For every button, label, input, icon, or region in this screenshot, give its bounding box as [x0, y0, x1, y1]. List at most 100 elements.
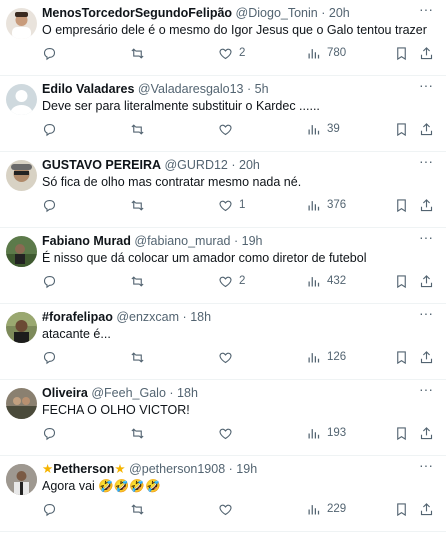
more-icon[interactable]: ··· — [416, 458, 436, 476]
share-icon — [420, 426, 433, 439]
tweet[interactable]: #forafelipao @enzxcam · 18h ··· atacante… — [0, 304, 446, 380]
timestamp[interactable]: 5h — [255, 82, 269, 96]
tweet[interactable]: Fabiano Murad @fabiano_murad · 19h ··· É… — [0, 228, 446, 304]
more-icon[interactable]: ··· — [416, 382, 436, 400]
author-handle[interactable]: @Feeh_Galo — [91, 386, 166, 400]
separator-dot: · — [231, 158, 236, 172]
reply-button[interactable] — [42, 194, 63, 216]
views-button[interactable]: 39 — [306, 118, 340, 140]
action-bar: 229 — [0, 498, 446, 520]
author-handle[interactable]: @petherson1908 — [129, 462, 225, 476]
tweet[interactable]: Oliveira @Feeh_Galo · 18h ··· FECHA O OL… — [0, 380, 446, 456]
share-button[interactable] — [419, 42, 434, 64]
author-handle[interactable]: @Valadaresgalo13 — [138, 82, 244, 96]
bookmark-button[interactable] — [394, 118, 409, 140]
author-name[interactable]: Oliveira — [42, 386, 88, 400]
like-button[interactable]: 2 — [218, 42, 245, 64]
tweet-text: FECHA O OLHO VICTOR! — [42, 403, 190, 417]
heart-icon — [219, 276, 232, 287]
more-icon[interactable]: ··· — [416, 230, 436, 248]
share-button[interactable] — [419, 270, 434, 292]
reply-button[interactable] — [42, 118, 63, 140]
timestamp[interactable]: 20h — [239, 158, 260, 172]
reply-icon — [43, 503, 56, 516]
author-handle[interactable]: @GURD12 — [164, 158, 227, 172]
bookmark-button[interactable] — [394, 422, 409, 444]
share-icon — [420, 502, 433, 515]
share-button[interactable] — [419, 118, 434, 140]
author-handle[interactable]: @fabiano_murad — [134, 234, 230, 248]
timestamp[interactable]: 18h — [177, 386, 198, 400]
avatar[interactable] — [6, 312, 37, 343]
timestamp[interactable]: 19h — [242, 234, 263, 248]
views-button[interactable]: 229 — [306, 498, 346, 520]
share-button[interactable] — [419, 422, 434, 444]
more-icon[interactable]: ··· — [416, 2, 436, 20]
more-icon[interactable]: ··· — [416, 154, 436, 172]
reply-button[interactable] — [42, 42, 63, 64]
retweet-button[interactable] — [130, 270, 151, 292]
tweet-text: Só fica de olho mas contratar mesmo nada… — [42, 175, 302, 189]
retweet-button[interactable] — [130, 346, 151, 368]
author-name[interactable]: Petherson — [53, 462, 114, 476]
author-handle[interactable]: @Diogo_Tonin — [236, 6, 318, 20]
avatar[interactable] — [6, 84, 37, 115]
tweet[interactable]: ★Petherson★ @petherson1908 · 19h ··· Ago… — [0, 456, 446, 532]
avatar[interactable] — [6, 388, 37, 419]
author-handle[interactable]: @enzxcam — [116, 310, 179, 324]
retweet-button[interactable] — [130, 498, 151, 520]
author-name[interactable]: GUSTAVO PEREIRA — [42, 158, 161, 172]
views-button[interactable]: 376 — [306, 194, 346, 216]
views-button[interactable]: 126 — [306, 346, 346, 368]
share-button[interactable] — [419, 498, 434, 520]
bookmark-button[interactable] — [394, 498, 409, 520]
avatar[interactable] — [6, 8, 37, 39]
avatar[interactable] — [6, 160, 37, 191]
reply-button[interactable] — [42, 422, 63, 444]
author-name[interactable]: MenosTorcedorSegundoFelipão — [42, 6, 232, 20]
retweet-button[interactable] — [130, 42, 151, 64]
views-button[interactable]: 193 — [306, 422, 346, 444]
bookmark-button[interactable] — [394, 42, 409, 64]
action-bar: 2 432 — [0, 270, 446, 292]
bookmark-icon — [397, 274, 406, 288]
share-button[interactable] — [419, 194, 434, 216]
like-button[interactable]: 1 — [218, 194, 245, 216]
reply-button[interactable] — [42, 270, 63, 292]
reply-button[interactable] — [42, 498, 63, 520]
like-count: 2 — [239, 47, 246, 59]
separator-dot: · — [169, 386, 174, 400]
bookmark-button[interactable] — [394, 270, 409, 292]
like-button[interactable] — [218, 422, 239, 444]
timestamp[interactable]: 18h — [190, 310, 211, 324]
like-button[interactable] — [218, 498, 239, 520]
like-button[interactable] — [218, 118, 239, 140]
author-name[interactable]: Fabiano Murad — [42, 234, 131, 248]
views-button[interactable]: 780 — [306, 42, 346, 64]
retweet-button[interactable] — [130, 422, 151, 444]
author-name[interactable]: Edilo Valadares — [42, 82, 134, 96]
avatar[interactable] — [6, 236, 37, 267]
timestamp[interactable]: 19h — [236, 462, 257, 476]
views-button[interactable]: 432 — [306, 270, 346, 292]
reply-icon — [43, 47, 56, 60]
timestamp[interactable]: 20h — [329, 6, 350, 20]
reply-button[interactable] — [42, 346, 63, 368]
share-icon — [420, 122, 433, 135]
like-button[interactable] — [218, 346, 239, 368]
retweet-button[interactable] — [130, 118, 151, 140]
author-name[interactable]: #forafelipao — [42, 310, 113, 324]
views-icon — [308, 124, 320, 134]
share-button[interactable] — [419, 346, 434, 368]
tweet[interactable]: GUSTAVO PEREIRA @GURD12 · 20h ··· Só fic… — [0, 152, 446, 228]
avatar[interactable] — [6, 464, 37, 495]
bookmark-button[interactable] — [394, 194, 409, 216]
more-icon[interactable]: ··· — [416, 306, 436, 324]
more-icon[interactable]: ··· — [416, 78, 436, 96]
retweet-button[interactable] — [130, 194, 151, 216]
bookmark-button[interactable] — [394, 346, 409, 368]
tweet[interactable]: Edilo Valadares @Valadaresgalo13 · 5h ··… — [0, 76, 446, 152]
like-button[interactable]: 2 — [218, 270, 245, 292]
share-icon — [420, 350, 433, 363]
tweet[interactable]: MenosTorcedorSegundoFelipão @Diogo_Tonin… — [0, 0, 446, 76]
